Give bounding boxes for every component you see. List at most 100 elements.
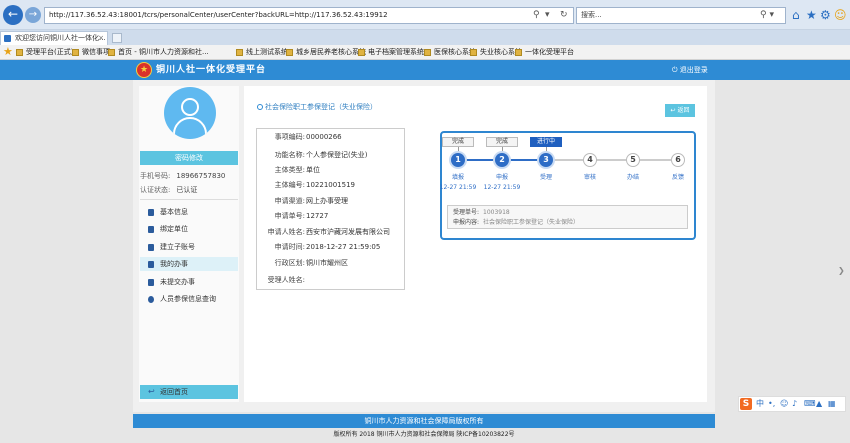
progress-track-todo: [546, 159, 671, 161]
browser-search-input[interactable]: 搜索...: [576, 7, 786, 24]
national-emblem-icon: ★: [136, 62, 152, 78]
sogou-logo-icon[interactable]: S: [740, 398, 752, 410]
favorite-link[interactable]: 微信事项: [72, 48, 110, 57]
detail-key: 事项编码:: [274, 133, 305, 141]
browser-tab-row: 欢迎您访问铜川人社一体化... ×: [0, 30, 850, 45]
detail-key: 申请单号:: [274, 212, 305, 220]
favorite-link[interactable]: 首页 - 铜川市人力资源和社...: [108, 48, 209, 57]
detail-value: 铜川市耀州区: [306, 259, 348, 267]
step-label: 反馈: [671, 174, 684, 181]
detail-value: 00000266: [306, 133, 342, 141]
favorite-link[interactable]: 受理平台(正式): [16, 48, 73, 57]
toolbox-icon[interactable]: ▦: [828, 399, 836, 409]
detail-key: 主体类型:: [274, 166, 305, 174]
step-label: 申报: [495, 174, 508, 181]
chevron-right-icon[interactable]: ❯: [838, 266, 845, 276]
detail-key: 主体编号:: [274, 181, 305, 189]
accept-number-row: 受理单号: 1003918: [453, 209, 510, 217]
menu-sub-account[interactable]: 建立子账号: [140, 240, 238, 254]
book-icon: [148, 261, 154, 268]
search-icon: [148, 296, 154, 303]
back-arrow-icon[interactable]: ←: [3, 5, 23, 25]
back-home-button[interactable]: ↩ 返回首页: [140, 385, 238, 399]
logout-link[interactable]: ⏻ 退出登录: [672, 65, 708, 75]
book-icon: [148, 279, 154, 286]
avatar-head-shape: [181, 98, 199, 116]
emoji-icon[interactable]: ☺: [780, 399, 788, 409]
new-tab-button[interactable]: [112, 33, 122, 43]
step-label: 办结: [626, 174, 639, 181]
favorite-link[interactable]: 电子档案管理系统: [358, 48, 424, 57]
return-label: 返回: [677, 107, 690, 114]
menu-basic-info[interactable]: 基本信息: [140, 205, 238, 219]
user-icon: [148, 209, 154, 216]
ime-lang-toggle[interactable]: 中: [756, 399, 764, 409]
step-label: 审核: [583, 174, 596, 181]
forward-arrow-icon[interactable]: →: [25, 7, 41, 23]
menu-unsubmitted[interactable]: 未提交办事: [140, 275, 238, 289]
favorite-link[interactable]: 医保核心系统: [424, 48, 476, 57]
tab-favicon-icon: [4, 35, 11, 42]
footer-copyright-bar: 铜川市人力资源和社会保障局版权所有: [133, 414, 715, 428]
favorites-star-icon[interactable]: ★: [3, 46, 13, 58]
favorite-link[interactable]: 一体化受理平台: [515, 48, 574, 57]
keyboard-icon[interactable]: ⌨: [804, 399, 816, 409]
document-icon: [148, 226, 154, 233]
menu-bind-unit[interactable]: 绑定单位: [140, 222, 238, 236]
detail-value: 2018-12-27 21:59:05: [306, 243, 381, 251]
tab-close-icon[interactable]: ×: [98, 32, 104, 44]
breadcrumb-bullet-icon: [257, 104, 263, 110]
site-header: ★ 铜川人社一体化受理平台 ⏻ 退出登录: [0, 60, 850, 80]
favorite-link[interactable]: 线上测试系统: [236, 48, 288, 57]
step-label: 填报: [451, 174, 464, 181]
favorites-star-icon[interactable]: ★: [806, 8, 817, 22]
settings-gear-icon[interactable]: ⚙: [820, 8, 831, 22]
step-time: 12-27 21:59: [483, 184, 521, 191]
menu-insurance-query[interactable]: 人员参保信息查询: [140, 292, 238, 306]
skin-icon[interactable]: ▲: [816, 399, 822, 409]
apply-content-row: 申报内容: 社会保险职工参保登记（失业保险）: [453, 219, 579, 227]
detail-key: 申请渠道:: [274, 197, 305, 205]
favorites-bar: ★ 受理平台(正式) 微信事项 首页 - 铜川市人力资源和社... 线上测试系统…: [0, 45, 850, 60]
apply-content-label: 申报内容:: [453, 219, 480, 226]
browser-address-row: ← → http://117.36.52.43:18001/tcrs/perso…: [0, 0, 850, 30]
dropdown-icon[interactable]: ▾: [545, 7, 550, 24]
detail-value: 单位: [306, 166, 320, 174]
favorite-link[interactable]: 城乡居民养老核心系统: [286, 48, 366, 57]
phone-line: 手机号码: 18966757830: [140, 172, 225, 181]
menu-label: 绑定单位: [160, 225, 188, 233]
return-button[interactable]: ↩ 返回: [665, 104, 695, 117]
breadcrumb: 社会保险职工参保登记（失业保险）: [265, 103, 377, 111]
menu-label: 未提交办事: [160, 278, 195, 286]
search-icon[interactable]: ⚲ ▾: [760, 7, 774, 24]
divider: [140, 199, 238, 200]
detail-value: 西安市沪藏河发展有限公司: [306, 228, 390, 236]
step-circle: 2: [495, 153, 509, 167]
home-icon[interactable]: ⌂: [792, 8, 800, 22]
footer-icp: 版权所有 2018 铜川市人力资源和社会保障局 陕ICP备10203822号: [333, 431, 515, 438]
avatar: [164, 87, 216, 139]
accept-number-value: 1003918: [483, 209, 510, 216]
site-title: 铜川人社一体化受理平台: [156, 65, 267, 75]
menu-label: 我的办事: [160, 260, 188, 268]
back-arrow-icon: ↩: [148, 387, 155, 396]
search-url-icon[interactable]: ⚲: [533, 7, 540, 24]
refresh-icon[interactable]: ↻: [560, 7, 568, 24]
step-circle: 3: [539, 153, 553, 167]
menu-my-affairs[interactable]: 我的办事: [140, 257, 238, 271]
apply-content-value: 社会保险职工参保登记（失业保险）: [483, 219, 580, 226]
detail-key: 行政区划:: [274, 259, 305, 267]
smiley-feedback-icon[interactable]: ☺: [834, 8, 847, 22]
menu-label: 基本信息: [160, 208, 188, 216]
logout-label: 退出登录: [679, 66, 708, 74]
browser-tab[interactable]: 欢迎您访问铜川人社一体化... ×: [0, 31, 108, 45]
phone-label: 手机号码:: [140, 172, 171, 180]
accept-number-label: 受理单号:: [453, 209, 480, 216]
phone-value: 18966757830: [176, 172, 226, 180]
url-input[interactable]: http://117.36.52.43:18001/tcrs/personalC…: [44, 7, 574, 24]
punctuation-icon[interactable]: •,: [768, 399, 775, 409]
menu-label: 建立子账号: [160, 243, 195, 251]
microphone-icon[interactable]: ♪: [792, 399, 797, 409]
auth-label: 认证状态:: [140, 186, 171, 194]
change-password-button[interactable]: 密码修改: [140, 151, 238, 165]
